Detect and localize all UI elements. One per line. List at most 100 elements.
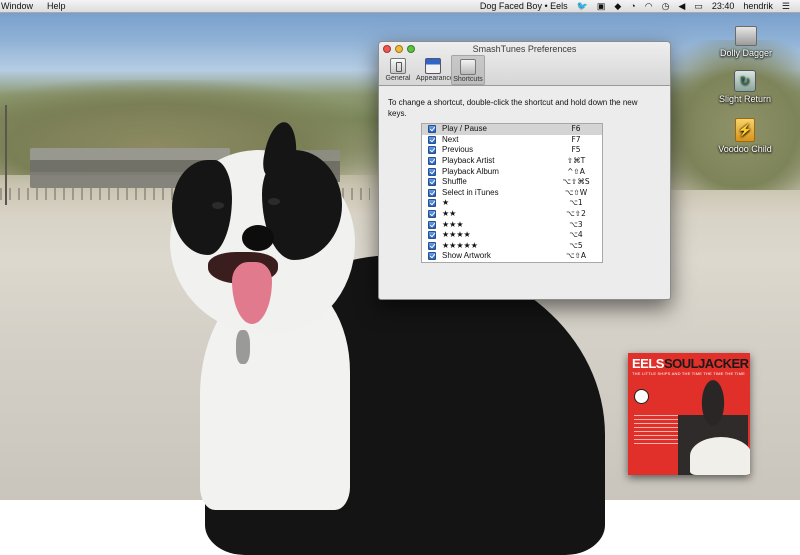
shortcut-row[interactable]: Show Artwork ⌥⇧A [422, 251, 602, 262]
shortcut-action: ★★★★ [442, 230, 471, 240]
desktop-icon-voodoo-child[interactable]: ⚡ Voodoo Child [705, 118, 785, 154]
menu-clock[interactable]: 23:40 [712, 1, 735, 11]
desktop-icon-dolly-dagger[interactable]: Dolly Dagger [706, 26, 786, 58]
tab-appearance-label: Appearance [416, 75, 454, 82]
menu-user[interactable]: hendrik [743, 1, 773, 11]
desktop-icon-label: Slight Return [718, 94, 772, 104]
wifi-icon[interactable]: ◠ [645, 0, 653, 12]
shortcut-key[interactable]: ^⇧A [550, 167, 602, 177]
battery-icon[interactable]: ▭ [694, 0, 703, 12]
shortcut-enabled-checkbox[interactable] [428, 241, 436, 250]
menu-window[interactable]: Window [1, 1, 33, 11]
shortcut-row[interactable]: Next F7 [422, 135, 602, 146]
shortcut-key[interactable]: F5 [550, 145, 602, 155]
album-badge-icon [634, 389, 649, 404]
appearance-icon [425, 58, 441, 74]
shortcut-enabled-checkbox[interactable] [428, 135, 436, 144]
shortcut-enabled-checkbox[interactable] [428, 167, 436, 176]
notifications-icon[interactable]: ▣ [597, 0, 606, 12]
wallpaper-dog-eye [268, 198, 280, 205]
window-titlebar[interactable]: SmashTunes Preferences General Appearanc… [379, 42, 670, 86]
shortcut-list[interactable]: Play / Pause F6 Next F7 Previous F5 Play… [421, 123, 603, 263]
album-text-block [634, 415, 678, 445]
shortcut-key[interactable]: ⌥4 [550, 230, 602, 240]
menu-list-icon[interactable]: ☰ [782, 0, 790, 12]
shortcut-action: ★★★★★ [442, 240, 478, 250]
tab-shortcuts[interactable]: Shortcuts [451, 55, 485, 85]
shortcut-action: Previous [442, 145, 474, 155]
shortcut-enabled-checkbox[interactable] [428, 231, 436, 240]
preferences-toolbar: General Appearance Shortcuts [381, 55, 485, 85]
shortcut-action: Show Artwork [442, 251, 491, 261]
album-dog [690, 437, 750, 475]
desktop-icon-label: Voodoo Child [718, 144, 772, 154]
shortcut-key[interactable]: ⌥1 [550, 198, 602, 208]
shortcut-enabled-checkbox[interactable] [428, 146, 436, 155]
shortcut-enabled-checkbox[interactable] [428, 125, 436, 134]
usb-drive-icon: ⚡ [735, 118, 755, 142]
tab-general[interactable]: General [381, 55, 415, 85]
shortcut-row[interactable]: ★★★★★ ⌥5 [422, 241, 602, 252]
shortcut-key[interactable]: ⌥⇧A [550, 251, 602, 261]
shortcut-row[interactable]: Select in iTunes ⌥⇧W [422, 188, 602, 199]
shortcut-action: ★★ [442, 209, 457, 219]
shortcut-enabled-checkbox[interactable] [428, 188, 436, 197]
shortcut-key[interactable]: ⌥⇧W [550, 188, 602, 198]
volume-icon[interactable]: ◀ [678, 0, 685, 12]
album-title-artist: EELS [632, 356, 664, 371]
shortcut-action: Select in iTunes [442, 187, 499, 197]
time-machine-drive-icon: ↻ [734, 70, 756, 92]
shortcut-action: ★★★ [442, 219, 464, 229]
shortcuts-icon [460, 59, 476, 75]
shortcut-key[interactable]: ⌥⇧⌘S [550, 177, 602, 187]
shortcut-key[interactable]: ⇧⌘T [550, 156, 602, 166]
window-title: SmashTunes Preferences [472, 44, 577, 54]
shortcut-enabled-checkbox[interactable] [428, 199, 436, 208]
time-machine-icon[interactable]: ◷ [662, 0, 670, 12]
shortcut-key[interactable]: ⌥⇧2 [550, 209, 602, 219]
album-subtitle: THE LITTLE SHIPS AND THE TIME THE TIME T… [632, 371, 745, 376]
shortcut-row[interactable]: Shuffle ⌥⇧⌘S [422, 177, 602, 188]
shortcut-key[interactable]: F7 [550, 135, 602, 145]
menu-bar: Window Help Dog Faced Boy • Eels 🐦 ▣ ◆ ◔… [0, 0, 800, 13]
instructions-text: To change a shortcut, double-click the s… [388, 98, 638, 118]
shortcut-row[interactable]: ★★ ⌥⇧2 [422, 209, 602, 220]
desktop-icon-label: Dolly Dagger [719, 48, 773, 58]
shortcut-key[interactable]: ⌥5 [550, 241, 602, 251]
tab-appearance[interactable]: Appearance [416, 55, 454, 85]
album-artwork[interactable]: EELSSOULJACKER THE LITTLE SHIPS AND THE … [628, 353, 750, 475]
shortcut-row[interactable]: Previous F5 [422, 145, 602, 156]
shortcut-enabled-checkbox[interactable] [428, 210, 436, 219]
shortcut-enabled-checkbox[interactable] [428, 178, 436, 187]
shortcut-row[interactable]: Playback Album ^⇧A [422, 166, 602, 177]
shortcut-key[interactable]: F6 [550, 124, 602, 134]
menu-help[interactable]: Help [47, 1, 66, 11]
shortcut-enabled-checkbox[interactable] [428, 252, 436, 261]
shortcut-action: Playback Album [442, 166, 499, 176]
shortcut-row[interactable]: ★★★ ⌥3 [422, 219, 602, 230]
tab-shortcuts-label: Shortcuts [453, 76, 483, 83]
shortcut-action: Play / Pause [442, 124, 487, 134]
desktop-icon-slight-return[interactable]: ↻ Slight Return [705, 70, 785, 104]
now-playing-status[interactable]: Dog Faced Boy • Eels [480, 1, 568, 11]
shortcut-row[interactable]: Playback Artist ⇧⌘T [422, 156, 602, 167]
general-icon [390, 58, 406, 74]
shortcut-action: ★ [442, 198, 450, 208]
preferences-window: SmashTunes Preferences General Appearanc… [378, 41, 671, 300]
dropbox-icon[interactable]: ◆ [614, 0, 621, 12]
shortcut-enabled-checkbox[interactable] [428, 157, 436, 166]
tab-general-label: General [385, 75, 411, 82]
album-title: EELSSOULJACKER [632, 356, 749, 371]
shortcut-enabled-checkbox[interactable] [428, 220, 436, 229]
shortcut-row[interactable]: ★ ⌥1 [422, 198, 602, 209]
shortcut-row[interactable]: ★★★★ ⌥4 [422, 230, 602, 241]
wallpaper-dog-eye [212, 202, 224, 209]
wallpaper-dog-tag [236, 330, 250, 364]
gauge-icon[interactable]: ◔ [630, 0, 635, 12]
shortcut-row[interactable]: Play / Pause F6 [422, 124, 602, 135]
shortcut-action: Next [442, 134, 459, 144]
album-title-name: SOULJACKER [663, 356, 749, 371]
twitter-icon[interactable]: 🐦 [577, 0, 588, 12]
shortcut-action: Playback Artist [442, 156, 495, 166]
shortcut-key[interactable]: ⌥3 [550, 220, 602, 230]
